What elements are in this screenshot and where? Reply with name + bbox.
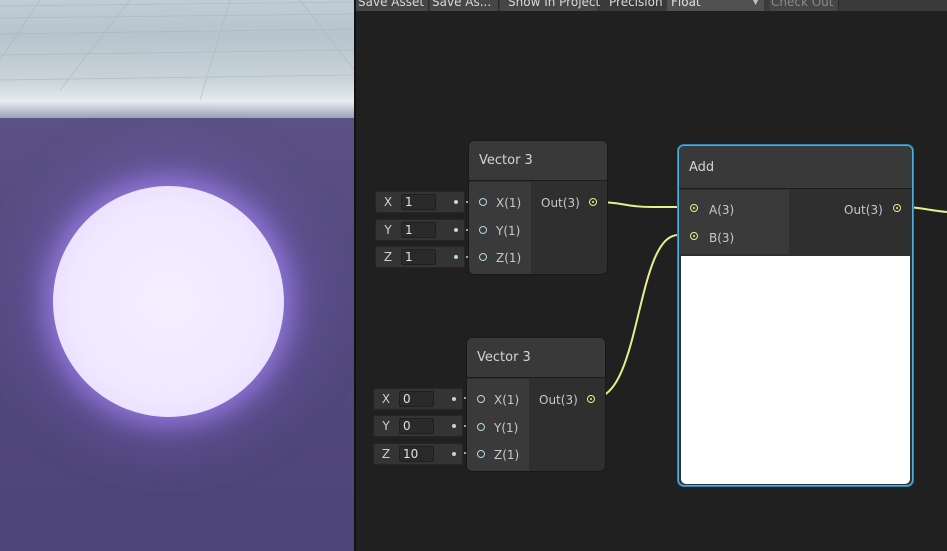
connector-dot-icon (454, 228, 458, 232)
connector-dot-icon (452, 452, 456, 456)
port-label-out: Out(3) (539, 393, 578, 407)
y-value-input[interactable]: 0 (399, 418, 434, 434)
port-label-out: Out(3) (541, 196, 580, 210)
x-value-input[interactable]: 1 (401, 194, 436, 210)
precision-label: Precision (609, 0, 663, 9)
field-letter: Z (383, 250, 393, 264)
field-letter: Z (381, 447, 391, 461)
skybox (0, 0, 354, 118)
add-node[interactable]: Add A(3) B(3) Out(3) (678, 145, 913, 486)
input-port-x-icon[interactable] (479, 198, 487, 206)
input-port-y-icon[interactable] (479, 226, 487, 234)
scene-view[interactable] (0, 0, 354, 551)
graph-toolbar: Save Asset Save As... Show In Project Pr… (356, 0, 947, 11)
vector3-b-y-field: Y 0 (373, 415, 463, 437)
field-letter: X (381, 392, 391, 406)
vector3-a-x-field: X 1 (375, 191, 465, 213)
input-port-x-icon[interactable] (477, 395, 485, 403)
input-port-z-icon[interactable] (479, 253, 487, 261)
save-asset-button[interactable]: Save Asset (356, 0, 429, 11)
port-label-out: Out(3) (844, 203, 883, 217)
check-out-button[interactable]: Check Out (769, 0, 839, 11)
precision-value: Float (671, 0, 701, 9)
node-preview (681, 256, 910, 484)
z-value-input[interactable]: 10 (399, 446, 434, 462)
x-value-input[interactable]: 0 (399, 391, 434, 407)
port-label-x: X(1) (496, 196, 522, 210)
port-label-b: B(3) (709, 231, 735, 245)
vector3-b-z-field: Z 10 (373, 443, 463, 465)
output-port-icon[interactable] (893, 204, 901, 212)
port-label-y: Y(1) (494, 421, 519, 435)
field-letter: Y (382, 419, 390, 433)
input-port-a-icon[interactable] (690, 204, 698, 212)
node-title[interactable]: Add (679, 146, 912, 189)
field-letter: X (383, 195, 393, 209)
grid-lines (0, 0, 354, 101)
vector3-node-a[interactable]: Vector 3 X(1) Y(1) Z(1) Out(3) (468, 140, 608, 275)
input-port-z-icon[interactable] (477, 450, 485, 458)
z-value-input[interactable]: 1 (401, 249, 436, 265)
preview-sphere (53, 186, 284, 417)
vector3-node-b[interactable]: Vector 3 X(1) Y(1) Z(1) Out(3) (466, 337, 606, 472)
precision-dropdown[interactable]: Float ▼ (667, 0, 764, 11)
port-label-a: A(3) (709, 203, 735, 217)
port-label-z: Z(1) (496, 251, 522, 265)
connector-dot-icon (454, 255, 458, 259)
vector3-a-z-field: Z 1 (375, 246, 465, 268)
show-in-project-button[interactable]: Show In Project (500, 0, 600, 11)
save-as-button[interactable]: Save As... (430, 0, 499, 11)
chevron-down-icon: ▼ (752, 0, 759, 7)
vector3-b-x-field: X 0 (373, 388, 463, 410)
node-title[interactable]: Vector 3 (469, 141, 607, 181)
port-label-z: Z(1) (494, 448, 520, 462)
field-letter: Y (384, 223, 392, 237)
connector-dot-icon (452, 424, 456, 428)
output-port-icon[interactable] (589, 198, 597, 206)
output-port-icon[interactable] (587, 395, 595, 403)
connector-dot-icon (454, 200, 458, 204)
connector-dot-icon (452, 397, 456, 401)
port-label-x: X(1) (494, 393, 520, 407)
input-port-y-icon[interactable] (477, 423, 485, 431)
vector3-a-y-field: Y 1 (375, 219, 465, 241)
y-value-input[interactable]: 1 (401, 222, 436, 238)
input-port-b-icon[interactable] (690, 232, 698, 240)
shader-graph-canvas[interactable]: Save Asset Save As... Show In Project Pr… (356, 0, 947, 551)
port-label-y: Y(1) (496, 224, 521, 238)
node-title[interactable]: Vector 3 (467, 338, 605, 378)
